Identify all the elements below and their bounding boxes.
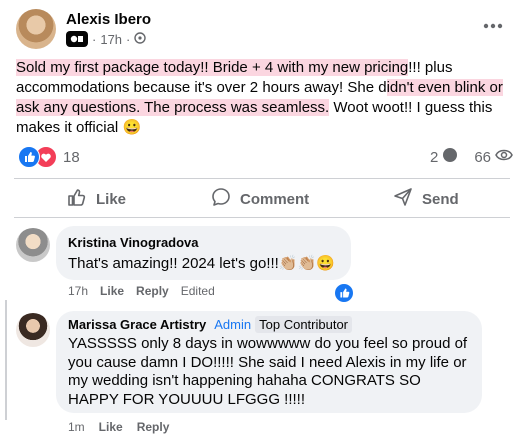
- author-avatar[interactable]: [16, 9, 56, 49]
- post-text-highlight-1: Sold my first package today!! Bride + 4 …: [16, 59, 409, 76]
- group-badge-icon: [66, 31, 88, 47]
- share-count: 66: [474, 148, 492, 166]
- comment-reply-link[interactable]: Reply: [136, 284, 169, 298]
- reactions-summary[interactable]: 18: [18, 146, 80, 168]
- like-label: Like: [96, 190, 127, 208]
- comment-author[interactable]: Kristina Vinogradova: [68, 235, 199, 250]
- send-button[interactable]: Send: [392, 186, 459, 212]
- comment-text: That's amazing!! 2024 let's go!!!👏🏼👏🏼😀: [68, 255, 335, 272]
- thread-line: [5, 300, 7, 420]
- commenter-avatar-2[interactable]: [16, 313, 50, 347]
- comment-button[interactable]: Comment: [210, 186, 309, 212]
- comment-like-link-2[interactable]: Like: [99, 420, 123, 434]
- comment-timestamp-2[interactable]: 1m: [68, 420, 85, 434]
- like-reaction-icon: [18, 146, 40, 168]
- divider-bottom: [14, 217, 510, 218]
- like-button[interactable]: Like: [66, 186, 126, 212]
- divider-top: [14, 178, 510, 179]
- engagement-counts[interactable]: 2 66: [430, 147, 513, 167]
- comment-actions-2: 1m Like Reply: [68, 420, 169, 434]
- eye-icon: [495, 148, 513, 166]
- commenter-avatar[interactable]: [16, 228, 50, 262]
- comment-count: 2: [430, 148, 439, 166]
- reaction-count: 18: [63, 148, 80, 166]
- comment-text-2: YASSSSS only 8 days in wowwwww do you fe…: [68, 335, 468, 408]
- grinning-emoji: 😀: [122, 119, 142, 136]
- top-contributor-badge: Top Contributor: [255, 316, 353, 333]
- send-label: Send: [422, 190, 459, 208]
- clapping-emoji: 👏🏼👏🏼😀: [278, 255, 335, 272]
- comment-like-link[interactable]: Like: [100, 284, 124, 298]
- comment-reply-link-2[interactable]: Reply: [137, 420, 170, 434]
- thumbs-up-icon: [66, 186, 88, 212]
- comment-author-row: Marissa Grace Artistry Admin Top Contrib…: [68, 316, 353, 333]
- comment-actions: 17h Like Reply Edited: [68, 284, 215, 298]
- comment-like-reaction-icon[interactable]: [333, 282, 355, 304]
- comment-bubble: Kristina Vinogradova That's amazing!! 20…: [56, 226, 351, 280]
- audience-icon: [134, 31, 147, 47]
- comment-edited-label: Edited: [180, 284, 215, 298]
- admin-badge: Admin: [214, 317, 252, 332]
- comment-author-2[interactable]: Marissa Grace Artistry: [68, 317, 206, 332]
- comment-bubble-icon: [442, 147, 458, 167]
- post-author-name[interactable]: Alexis Ibero: [66, 11, 151, 28]
- send-arrow-icon: [392, 186, 414, 212]
- comment-bubble-2: Marissa Grace Artistry Admin Top Contrib…: [56, 311, 482, 413]
- post-text: Sold my first package today!! Bride + 4 …: [16, 58, 506, 138]
- more-options-icon[interactable]: [480, 16, 506, 36]
- comment-timestamp[interactable]: 17h: [68, 284, 88, 298]
- post-meta: · 17h ·: [66, 31, 147, 47]
- comment-label: Comment: [240, 190, 310, 208]
- speech-bubble-icon: [210, 186, 232, 212]
- post-timestamp[interactable]: 17h: [100, 32, 122, 47]
